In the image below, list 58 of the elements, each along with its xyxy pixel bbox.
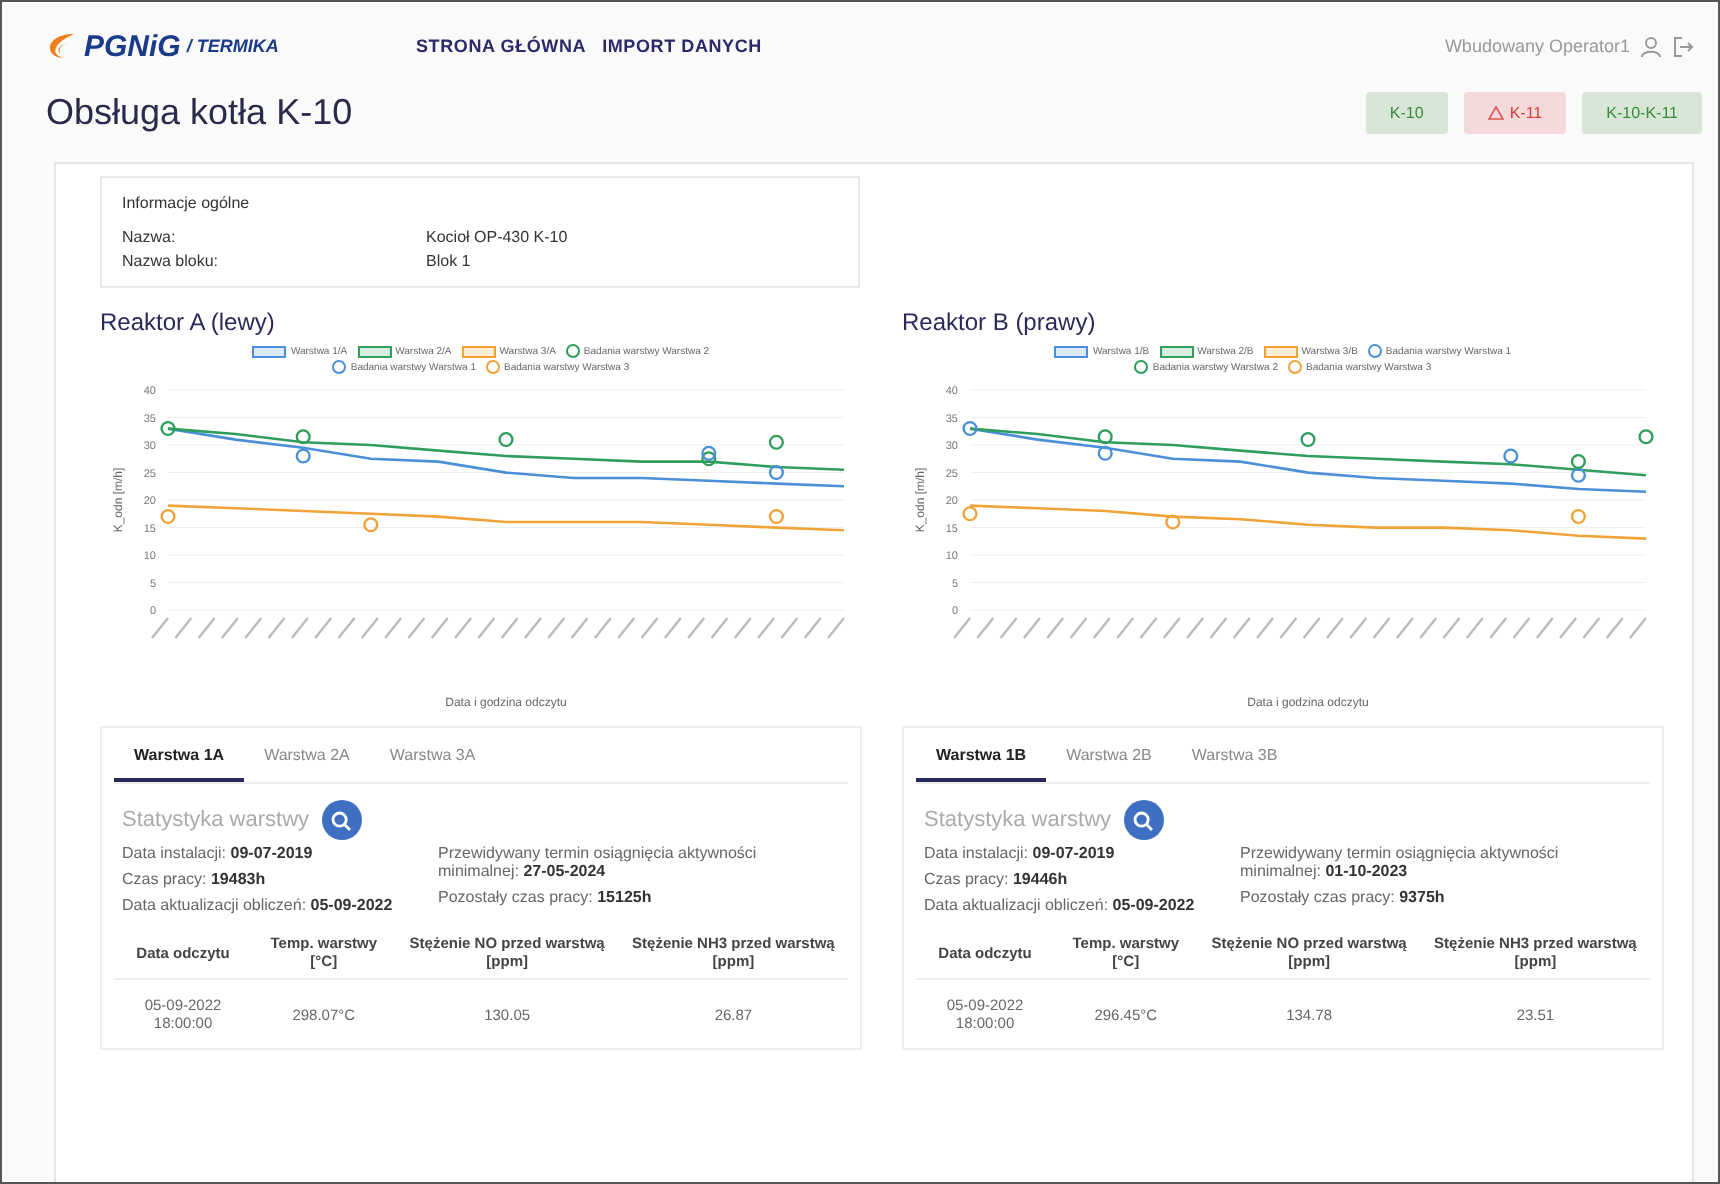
data-point bbox=[1300, 431, 1316, 448]
data-point bbox=[160, 508, 176, 525]
stat-text: Przewidywany termin osiągnięcia aktywności minimalnej: 01-10-2023 bbox=[1240, 844, 1561, 880]
info-label: Nazwa bloku: bbox=[122, 252, 221, 270]
data-point bbox=[1165, 514, 1181, 530]
boiler-button[interactable]: K-11 bbox=[1463, 91, 1567, 133]
stats-title: Statystyka warstwy bbox=[122, 808, 310, 832]
layer-tab[interactable]: Warstwa 2A bbox=[244, 728, 370, 782]
stat-text: Czas pracy: 19483h bbox=[122, 870, 268, 888]
data-point bbox=[962, 506, 978, 522]
data-point bbox=[160, 420, 176, 437]
data-point bbox=[768, 434, 784, 450]
data-point bbox=[1638, 429, 1654, 445]
data-point bbox=[363, 517, 379, 533]
stat-text: Pozostały czas pracy: 15125h bbox=[438, 888, 654, 906]
data-point bbox=[295, 448, 311, 464]
data-point bbox=[1570, 508, 1586, 525]
boiler-button[interactable]: K-10 bbox=[1365, 91, 1448, 133]
info-value: Blok 1 bbox=[426, 252, 471, 270]
reactor-title: Reaktor A (lewy) bbox=[100, 308, 277, 336]
page-title: Obsługa kotła K-10 bbox=[46, 91, 353, 133]
stat-text: Data aktualizacji obliczeń: 05-09-2022 bbox=[122, 896, 395, 914]
user-icon[interactable] bbox=[1640, 35, 1662, 57]
nav-link[interactable]: IMPORT DANYCH bbox=[602, 36, 762, 56]
search-button[interactable] bbox=[321, 800, 362, 840]
layer-tab[interactable]: Warstwa 3B bbox=[1171, 728, 1298, 782]
stat-text: Data instalacji: 09-07-2019 bbox=[924, 844, 1117, 862]
stat-text: Czas pracy: 19446h bbox=[924, 870, 1070, 888]
layer-tab[interactable]: Warstwa 1A bbox=[114, 728, 245, 782]
info-label: Nazwa: bbox=[122, 228, 178, 246]
stat-text: Pozostały czas pracy: 9375h bbox=[1240, 888, 1447, 906]
data-point bbox=[768, 508, 784, 525]
search-icon bbox=[1132, 809, 1155, 831]
flame-logo-icon bbox=[46, 32, 78, 60]
layer-tab[interactable]: Warstwa 2B bbox=[1046, 728, 1172, 782]
search-button[interactable] bbox=[1123, 800, 1164, 840]
stat-text: Data aktualizacji obliczeń: 05-09-2022 bbox=[924, 896, 1197, 914]
data-point bbox=[295, 429, 311, 445]
layer-tab[interactable]: Warstwa 1B bbox=[916, 728, 1047, 782]
layer-tab[interactable]: Warstwa 3A bbox=[369, 728, 496, 782]
search-icon bbox=[330, 809, 353, 831]
data-point bbox=[962, 420, 978, 437]
info-title: Informacje ogólne bbox=[122, 194, 252, 212]
logo-brand: PGNiG bbox=[84, 29, 181, 63]
stat-text: Przewidywany termin osiągnięcia aktywności minimalnej: 27-05-2024 bbox=[438, 844, 759, 880]
stats-title: Statystyka warstwy bbox=[924, 808, 1112, 832]
info-value: Kocioł OP-430 K-10 bbox=[426, 228, 568, 246]
user-name: Wbudowany Operator1 bbox=[1444, 36, 1630, 56]
logo-subtitle: / TERMIKA bbox=[186, 36, 279, 56]
logout-icon[interactable] bbox=[1672, 35, 1694, 57]
boiler-button[interactable]: K-10-K-11 bbox=[1582, 91, 1702, 133]
stat-text: Data instalacji: 09-07-2019 bbox=[122, 844, 315, 862]
data-point bbox=[1503, 448, 1519, 464]
reactor-title: Reaktor B (prawy) bbox=[902, 308, 1098, 336]
data-point bbox=[498, 431, 514, 448]
warning-icon bbox=[1487, 105, 1504, 119]
data-point bbox=[768, 464, 784, 481]
nav-link[interactable]: STRONA GŁÓWNA bbox=[416, 36, 587, 56]
